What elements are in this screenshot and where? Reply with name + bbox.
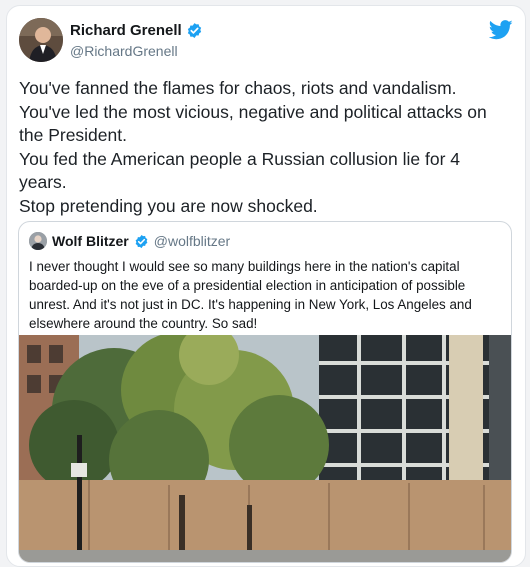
author-handle[interactable]: @RichardGrenell [70, 43, 178, 59]
quoted-author-handle[interactable]: @wolfblitzer [154, 233, 230, 249]
quoted-author-avatar[interactable] [29, 232, 47, 250]
author-name[interactable]: Richard Grenell [70, 22, 203, 39]
quoted-tweet[interactable]: Wolf Blitzer @wolfblitzer I never though… [18, 221, 512, 563]
tweet-text-line: You've led the most vicious, negative an… [19, 101, 487, 122]
tweet-text-line: years. [19, 172, 67, 192]
verified-badge-icon [187, 23, 201, 38]
quoted-text-line: elsewhere around the country. So sad! [29, 316, 258, 331]
quoted-text-line: I never thought I would see so many buil… [29, 259, 460, 274]
tweet-text-line: You've fanned the flames for chaos, riot… [19, 78, 457, 98]
tweet-text: You've fanned the flames for chaos, riot… [19, 77, 515, 218]
quoted-text-line: unrest. And it's not just in DC. It's ha… [29, 297, 472, 312]
author-avatar[interactable] [19, 18, 63, 62]
twitter-bird-icon[interactable] [489, 20, 513, 40]
quoted-author-name[interactable]: Wolf Blitzer [52, 233, 129, 249]
tweet-text-line: the President. [19, 125, 127, 145]
quoted-tweet-text: I never thought I would see so many buil… [29, 257, 503, 333]
verified-badge-icon [135, 234, 148, 248]
quoted-text-line: boarded-up on the eve of a presidential … [29, 278, 466, 293]
tweet-card[interactable]: Richard Grenell @RichardGrenell You've f… [6, 5, 526, 567]
quoted-tweet-photo[interactable] [19, 335, 511, 562]
tweet-text-line: You fed the American people a Russian co… [19, 148, 461, 169]
author-name-text[interactable]: Richard Grenell [70, 22, 182, 39]
quoted-tweet-header: Wolf Blitzer @wolfblitzer [29, 232, 230, 250]
tweet-text-line: Stop pretending you are now shocked. [19, 195, 318, 216]
